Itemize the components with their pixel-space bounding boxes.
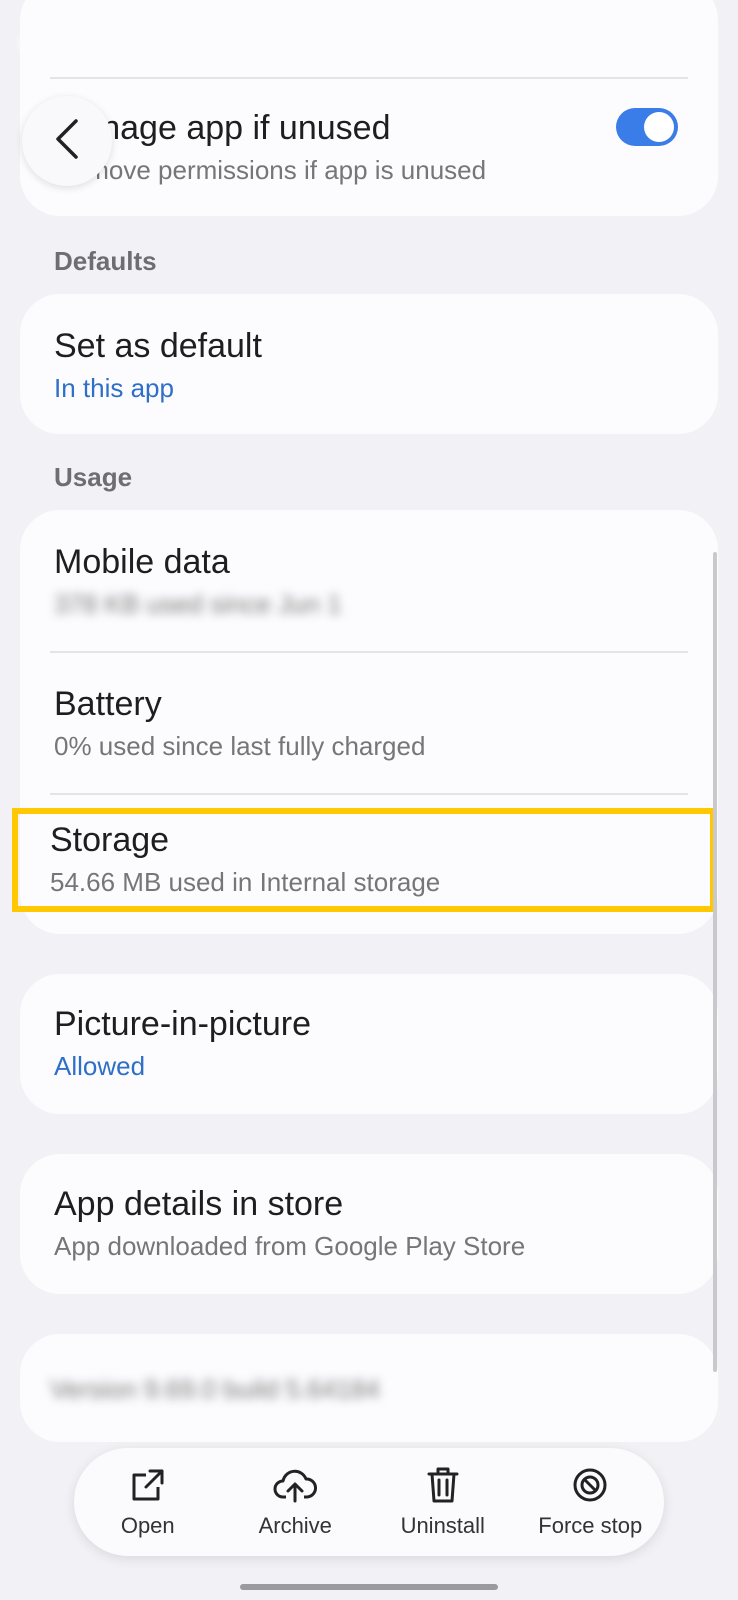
version-card: Version 9.69.0 build 5.64184 [20, 1334, 718, 1442]
store-title: App details in store [54, 1185, 344, 1223]
battery-subtitle: 0% used since last fully charged [54, 731, 426, 761]
set-default-title: Set as default [54, 327, 262, 365]
mobile-data-row[interactable]: Mobile data 378 KB used since Jun 1 [54, 542, 684, 620]
trash-icon [423, 1465, 463, 1505]
divider [50, 651, 688, 653]
usage-section-label: Usage [54, 462, 133, 492]
manage-unused-subtitle: Remove permissions if app is unused [54, 155, 487, 185]
cloud-upload-icon [273, 1465, 318, 1505]
mobile-data-title: Mobile data [54, 543, 230, 581]
open-label: Open [120, 1513, 175, 1538]
archive-button[interactable]: Archive [225, 1465, 365, 1539]
uninstall-label: Uninstall [400, 1513, 485, 1538]
manage-unused-toggle[interactable] [616, 108, 678, 146]
back-button[interactable] [22, 96, 112, 186]
scrollbar[interactable] [713, 552, 717, 1372]
stop-icon [570, 1465, 610, 1505]
store-card[interactable]: App details in store App downloaded from… [20, 1154, 718, 1294]
set-default-card[interactable]: Set as default In this app [20, 294, 718, 434]
manage-unused-card[interactable]: Manage app if unused Remove permissions … [20, 0, 718, 216]
open-external-icon [128, 1465, 168, 1505]
divider [50, 793, 688, 795]
pip-subtitle: Allowed [54, 1051, 146, 1081]
mobile-data-subtitle: 378 KB used since Jun 1 [54, 589, 342, 619]
force-stop-button[interactable]: Force stop [520, 1465, 660, 1539]
version-text: Version 9.69.0 build 5.64184 [50, 1374, 380, 1404]
set-default-subtitle: In this app [54, 373, 174, 403]
pip-title: Picture-in-picture [54, 1005, 311, 1043]
storage-highlight-box [12, 808, 716, 912]
store-subtitle: App downloaded from Google Play Store [54, 1231, 526, 1261]
divider [50, 77, 688, 79]
pip-card[interactable]: Picture-in-picture Allowed [20, 974, 718, 1114]
bottom-action-bar: Open Archive Uninstall Force stop [74, 1448, 664, 1556]
force-stop-label: Force stop [538, 1513, 643, 1538]
battery-row[interactable]: Battery 0% used since last fully charged [54, 684, 684, 762]
home-indicator[interactable] [240, 1584, 498, 1590]
archive-label: Archive [258, 1513, 332, 1538]
battery-title: Battery [54, 685, 162, 723]
manage-unused-title: Manage app if unused [54, 109, 391, 147]
toggle-knob [644, 112, 674, 142]
defaults-section-label: Defaults [54, 246, 157, 276]
open-button[interactable]: Open [78, 1465, 218, 1539]
uninstall-button[interactable]: Uninstall [373, 1465, 513, 1539]
chevron-left-icon [54, 118, 80, 164]
